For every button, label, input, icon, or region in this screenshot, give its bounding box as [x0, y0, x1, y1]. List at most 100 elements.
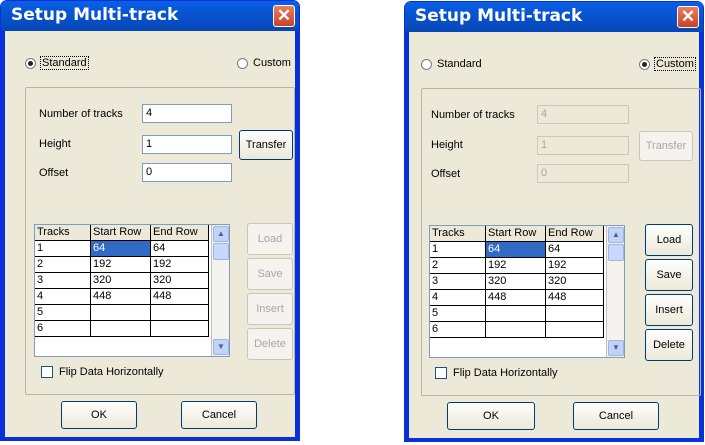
- flip-data-checkbox[interactable]: Flip Data Horizontally: [435, 367, 558, 379]
- column-header-end-row[interactable]: End Row: [546, 226, 604, 242]
- column-header-tracks[interactable]: Tracks: [430, 226, 486, 242]
- table-cell[interactable]: 192: [546, 258, 604, 274]
- radio-custom-dot[interactable]: [639, 58, 650, 70]
- table-cell[interactable]: [486, 322, 546, 338]
- height-label: Height: [39, 138, 71, 150]
- number-of-tracks-label: Number of tracks: [39, 108, 123, 120]
- table-cell[interactable]: 2: [35, 257, 91, 273]
- table-cell[interactable]: 448: [486, 290, 546, 306]
- table-cell[interactable]: [546, 306, 604, 322]
- cancel-button[interactable]: Cancel: [573, 402, 659, 430]
- table-cell[interactable]: [151, 321, 209, 337]
- table-cell[interactable]: 2: [430, 258, 486, 274]
- table-cell[interactable]: 6: [430, 322, 486, 338]
- table-cell[interactable]: 64: [151, 241, 209, 257]
- insert-button[interactable]: Insert: [247, 293, 293, 325]
- column-header-end-row[interactable]: End Row: [151, 225, 209, 241]
- table-cell[interactable]: [546, 322, 604, 338]
- table-cell[interactable]: 192: [486, 258, 546, 274]
- offset-label: Offset: [39, 167, 69, 179]
- offset-field[interactable]: 0: [142, 163, 232, 182]
- table-cell[interactable]: 448: [546, 290, 604, 306]
- tracks-table[interactable]: Tracks Start Row End Row 1 64 64 2 192 1…: [34, 224, 230, 357]
- table-cell[interactable]: [151, 305, 209, 321]
- scroll-up-icon[interactable]: ▲: [213, 226, 229, 242]
- offset-label: Offset: [431, 168, 461, 180]
- checkbox-box[interactable]: [41, 366, 53, 378]
- radio-standard-dot[interactable]: [25, 57, 36, 69]
- table-cell[interactable]: 320: [486, 274, 546, 290]
- insert-button[interactable]: Insert: [645, 294, 693, 326]
- close-icon[interactable]: ✕: [273, 5, 295, 27]
- offset-field[interactable]: 0: [537, 164, 629, 183]
- table-cell[interactable]: [91, 321, 151, 337]
- table-cell[interactable]: 192: [91, 257, 151, 273]
- ok-button[interactable]: OK: [61, 401, 137, 429]
- scroll-down-icon[interactable]: ▼: [213, 339, 229, 355]
- setup-multitrack-dialog-custom: Setup Multi-track ✕ Standard Custom Numb…: [404, 1, 704, 442]
- scroll-down-icon[interactable]: ▼: [608, 340, 624, 356]
- table-cell[interactable]: 6: [35, 321, 91, 337]
- table-cell[interactable]: 64: [546, 242, 604, 258]
- radio-custom[interactable]: Custom: [639, 57, 696, 71]
- delete-button[interactable]: Delete: [247, 328, 293, 360]
- table-cell[interactable]: [91, 305, 151, 321]
- scroll-thumb[interactable]: [213, 243, 229, 260]
- column-header-start-row[interactable]: Start Row: [91, 225, 151, 241]
- flip-data-label: Flip Data Horizontally: [453, 367, 558, 379]
- table-cell[interactable]: 4: [35, 289, 91, 305]
- load-button[interactable]: Load: [645, 224, 693, 256]
- checkbox-box[interactable]: [435, 367, 447, 379]
- table-scrollbar[interactable]: ▲ ▼: [606, 226, 624, 357]
- height-field[interactable]: 1: [142, 135, 232, 154]
- radio-standard[interactable]: Standard: [421, 58, 482, 70]
- scroll-up-icon[interactable]: ▲: [608, 227, 624, 243]
- transfer-button[interactable]: Transfer: [639, 131, 693, 161]
- table-cell[interactable]: 320: [546, 274, 604, 290]
- table-cell[interactable]: [486, 306, 546, 322]
- table-cell-selected[interactable]: 64: [486, 242, 546, 258]
- dialog-title: Setup Multi-track: [11, 5, 179, 25]
- radio-standard-label: Standard: [437, 58, 482, 70]
- table-cell[interactable]: 4: [430, 290, 486, 306]
- title-bar[interactable]: Setup Multi-track ✕: [405, 2, 703, 32]
- height-field[interactable]: 1: [537, 136, 629, 155]
- number-of-tracks-field[interactable]: 4: [142, 104, 232, 123]
- number-of-tracks-field[interactable]: 4: [537, 105, 629, 124]
- table-cell[interactable]: 1: [35, 241, 91, 257]
- table-cell[interactable]: 320: [91, 273, 151, 289]
- column-header-tracks[interactable]: Tracks: [35, 225, 91, 241]
- table-cell[interactable]: 5: [35, 305, 91, 321]
- height-label: Height: [431, 139, 463, 151]
- table-cell[interactable]: 5: [430, 306, 486, 322]
- close-icon[interactable]: ✕: [677, 6, 699, 28]
- setup-multitrack-dialog-standard: Setup Multi-track ✕ Standard Custom Numb…: [0, 0, 300, 441]
- table-cell-selected[interactable]: 64: [91, 241, 151, 257]
- flip-data-checkbox[interactable]: Flip Data Horizontally: [41, 366, 164, 378]
- table-cell[interactable]: 448: [151, 289, 209, 305]
- radio-custom[interactable]: Custom: [237, 57, 291, 69]
- radio-standard-dot[interactable]: [421, 58, 432, 70]
- table-cell[interactable]: 1: [430, 242, 486, 258]
- table-cell[interactable]: 3: [35, 273, 91, 289]
- delete-button[interactable]: Delete: [645, 329, 693, 361]
- load-button[interactable]: Load: [247, 223, 293, 255]
- column-header-start-row[interactable]: Start Row: [486, 226, 546, 242]
- cancel-button[interactable]: Cancel: [181, 401, 257, 429]
- table-scrollbar[interactable]: ▲ ▼: [211, 225, 229, 356]
- save-button[interactable]: Save: [645, 259, 693, 291]
- table-cell[interactable]: 320: [151, 273, 209, 289]
- save-button[interactable]: Save: [247, 258, 293, 290]
- radio-custom-dot[interactable]: [237, 57, 248, 69]
- radio-standard[interactable]: Standard: [25, 56, 89, 70]
- radio-custom-label: Custom: [253, 57, 291, 69]
- title-bar[interactable]: Setup Multi-track ✕: [1, 1, 299, 31]
- flip-data-label: Flip Data Horizontally: [59, 366, 164, 378]
- tracks-table[interactable]: Tracks Start Row End Row 1 64 64 2 192 1…: [429, 225, 625, 358]
- table-cell[interactable]: 3: [430, 274, 486, 290]
- table-cell[interactable]: 448: [91, 289, 151, 305]
- transfer-button[interactable]: Transfer: [239, 130, 293, 160]
- table-cell[interactable]: 192: [151, 257, 209, 273]
- ok-button[interactable]: OK: [447, 402, 535, 430]
- scroll-thumb[interactable]: [608, 244, 624, 261]
